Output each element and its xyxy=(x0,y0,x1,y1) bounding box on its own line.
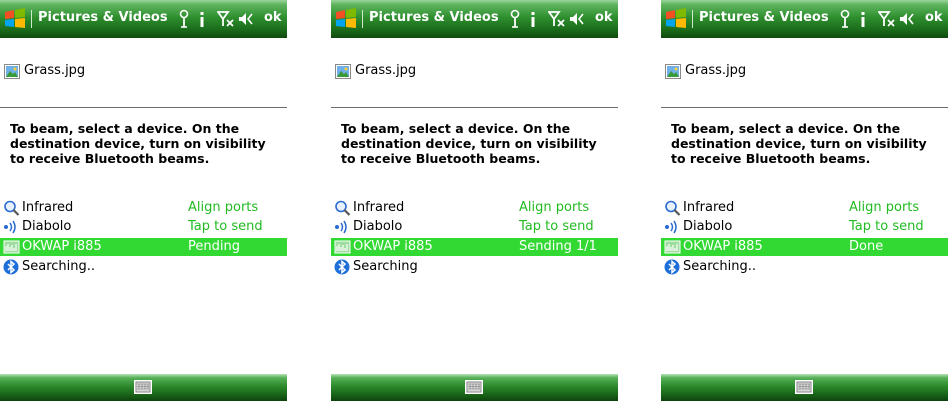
no-signal-icon xyxy=(878,11,895,27)
device-row-okwap[interactable]: OKWAP i885 Sending 1/1 xyxy=(331,238,618,256)
wireless-device-icon xyxy=(665,220,677,234)
bluetooth-icon xyxy=(334,259,350,275)
divider xyxy=(661,107,948,108)
keyboard-icon[interactable] xyxy=(465,380,483,394)
ok-button[interactable]: ok xyxy=(264,10,282,25)
device-row-searching: Searching.. xyxy=(0,258,287,276)
beam-screen-2: Pictures & Videos ok Grass.jpg To beam, … xyxy=(331,0,618,401)
device-name: Diabolo xyxy=(683,219,733,234)
device-row-searching: Searching.. xyxy=(661,258,948,276)
device-name: OKWAP i885 xyxy=(22,239,102,254)
keyboard-icon[interactable] xyxy=(795,380,813,394)
device-row-okwap[interactable]: OKWAP i885 Done xyxy=(661,238,948,256)
menu-bar xyxy=(331,374,618,401)
title-bar: Pictures & Videos ok xyxy=(661,0,948,38)
divider xyxy=(0,107,287,108)
menu-bar xyxy=(0,374,287,401)
beam-instructions: To beam, select a device. On the destina… xyxy=(10,121,266,166)
file-name: Grass.jpg xyxy=(685,63,747,78)
windows-start-icon[interactable] xyxy=(334,7,358,31)
beam-instructions: To beam, select a device. On the destina… xyxy=(341,121,597,166)
antenna-signal-icon xyxy=(510,9,520,28)
info-icon xyxy=(861,12,865,27)
device-name: Searching.. xyxy=(683,259,757,274)
menu-bar xyxy=(661,374,948,401)
device-name: Infrared xyxy=(353,200,405,215)
file-name: Grass.jpg xyxy=(355,63,417,78)
windows-start-icon[interactable] xyxy=(664,7,688,31)
bluetooth-icon xyxy=(3,259,19,275)
title-bar: Pictures & Videos ok xyxy=(331,0,618,38)
ok-button[interactable]: ok xyxy=(925,10,943,25)
title-bar: Pictures & Videos ok xyxy=(0,0,287,38)
volume-icon xyxy=(900,13,914,25)
device-row-searching: Searching xyxy=(331,258,618,276)
keyboard-icon[interactable] xyxy=(134,380,152,394)
device-row-diabolo[interactable]: Diabolo Tap to send xyxy=(0,218,287,236)
image-file-icon xyxy=(335,64,351,79)
device-status: Tap to send xyxy=(188,219,263,234)
app-title: Pictures & Videos xyxy=(369,10,499,25)
device-row-infrared[interactable]: Infrared Align ports xyxy=(661,199,948,217)
search-icon xyxy=(335,200,351,216)
search-icon xyxy=(4,200,20,216)
device-status: Align ports xyxy=(849,200,920,215)
volume-icon xyxy=(239,13,253,25)
device-name: Searching xyxy=(353,259,418,274)
divider xyxy=(331,107,618,108)
device-row-infrared[interactable]: Infrared Align ports xyxy=(0,199,287,217)
beam-instructions: To beam, select a device. On the destina… xyxy=(671,121,927,166)
volume-icon xyxy=(570,13,584,25)
ok-button[interactable]: ok xyxy=(595,10,613,25)
title-separator xyxy=(362,10,363,28)
app-title: Pictures & Videos xyxy=(38,10,168,25)
bluetooth-icon xyxy=(664,259,680,275)
app-title: Pictures & Videos xyxy=(699,10,829,25)
windows-start-icon[interactable] xyxy=(3,7,27,31)
device-status: Pending xyxy=(188,239,240,254)
device-name: Diabolo xyxy=(353,219,403,234)
device-status: Align ports xyxy=(188,200,259,215)
antenna-signal-icon xyxy=(179,9,189,28)
device-status: Done xyxy=(849,239,884,254)
device-name: OKWAP i885 xyxy=(353,239,433,254)
antenna-signal-icon xyxy=(840,9,850,28)
no-signal-icon xyxy=(548,11,565,27)
device-name: Diabolo xyxy=(22,219,72,234)
device-status: Tap to send xyxy=(519,219,594,234)
device-row-infrared[interactable]: Infrared Align ports xyxy=(331,199,618,217)
device-name: Searching.. xyxy=(22,259,96,274)
wireless-device-icon xyxy=(335,220,347,234)
device-status: Tap to send xyxy=(849,219,924,234)
image-file-icon xyxy=(4,64,20,79)
image-file-icon xyxy=(665,64,681,79)
info-icon xyxy=(200,12,204,27)
info-icon xyxy=(531,12,535,27)
device-row-okwap[interactable]: OKWAP i885 Pending xyxy=(0,238,287,256)
title-separator xyxy=(31,10,32,28)
device-row-diabolo[interactable]: Diabolo Tap to send xyxy=(661,218,948,236)
device-row-diabolo[interactable]: Diabolo Tap to send xyxy=(331,218,618,236)
device-name: Infrared xyxy=(22,200,74,215)
search-icon xyxy=(665,200,681,216)
no-signal-icon xyxy=(217,11,234,27)
device-name: OKWAP i885 xyxy=(683,239,763,254)
device-status: Sending 1/1 xyxy=(519,239,597,254)
device-status: Align ports xyxy=(519,200,590,215)
wireless-device-icon xyxy=(4,220,16,234)
phone-device-icon xyxy=(334,240,351,254)
title-separator xyxy=(692,10,693,28)
beam-screen-1: Pictures & Videos ok Grass.jpg To beam, … xyxy=(0,0,287,401)
file-name: Grass.jpg xyxy=(24,63,86,78)
device-name: Infrared xyxy=(683,200,735,215)
phone-device-icon xyxy=(664,240,681,254)
beam-screen-3: Pictures & Videos ok Grass.jpg To beam, … xyxy=(661,0,948,401)
phone-device-icon xyxy=(3,240,20,254)
